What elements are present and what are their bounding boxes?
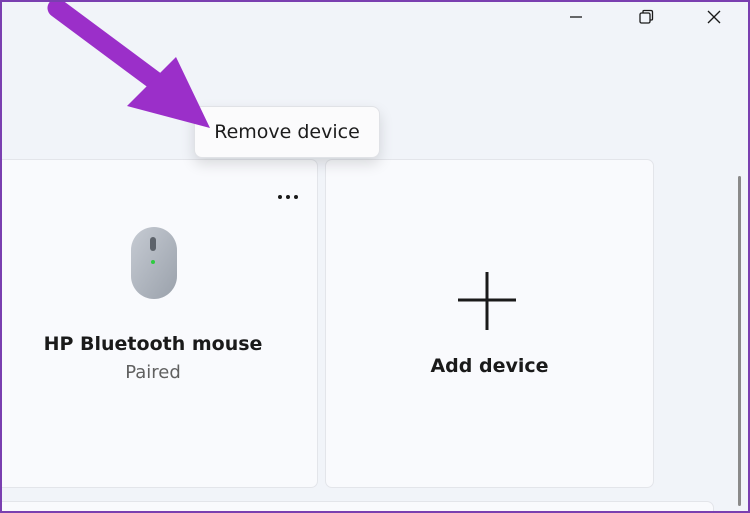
- device-status: Paired: [125, 362, 181, 383]
- plus-icon: [458, 272, 516, 330]
- more-options-button[interactable]: [276, 187, 300, 207]
- add-device-label: Add device: [430, 355, 549, 377]
- close-button[interactable]: [691, 4, 737, 30]
- minimize-icon: [570, 16, 582, 18]
- restore-icon: [639, 9, 654, 24]
- close-icon: [707, 10, 721, 24]
- annotation-arrow-icon: [47, 0, 210, 128]
- minimize-button[interactable]: [553, 4, 599, 30]
- restore-button[interactable]: [623, 4, 669, 30]
- mouse-icon: [131, 227, 177, 299]
- device-name: HP Bluetooth mouse: [43, 333, 263, 355]
- remove-device-menu-item[interactable]: Remove device: [214, 121, 360, 143]
- scrollbar[interactable]: [738, 176, 741, 506]
- device-card[interactable]: [0, 159, 318, 488]
- more-options-icon: [278, 195, 298, 199]
- bottom-card[interactable]: [0, 501, 714, 513]
